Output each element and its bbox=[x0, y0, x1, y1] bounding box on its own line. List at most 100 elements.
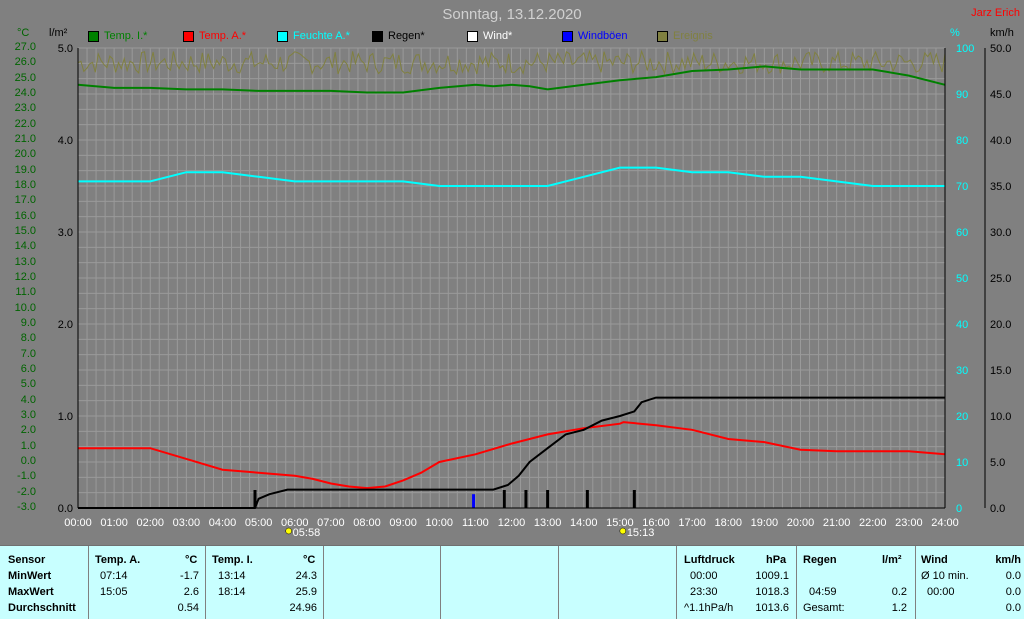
temp-unit-label: °C bbox=[17, 27, 30, 39]
x-tick-label: 02:00 bbox=[136, 517, 164, 529]
temp-i-min-value: 24.3 bbox=[295, 570, 317, 582]
temp-a-unit: °C bbox=[185, 554, 198, 566]
humidity-tick-label: 60 bbox=[956, 227, 968, 239]
legend-swatch bbox=[657, 30, 668, 42]
humidity-tick-label: 90 bbox=[956, 89, 968, 101]
x-axis-ticks: 00:00 01:00 02:00 03:00 04:00 05:00 06:00 07:00… bbox=[64, 517, 959, 529]
legend-swatch bbox=[183, 30, 194, 42]
legend-swatch bbox=[562, 30, 573, 42]
separator bbox=[205, 546, 206, 619]
rain-tick-label: 3.0 bbox=[58, 227, 73, 239]
temp-tick-label: 3.0 bbox=[20, 409, 36, 421]
legend-swatch bbox=[88, 30, 99, 42]
humidity-tick-label: 20 bbox=[956, 411, 968, 423]
x-tick-label: 01:00 bbox=[100, 517, 128, 529]
rain-tick-label: 1.0 bbox=[58, 411, 73, 423]
rain-unit: l/m² bbox=[882, 554, 902, 566]
temp-a-avg-value: 0.54 bbox=[177, 602, 199, 614]
humidity-tick-label: 80 bbox=[956, 135, 968, 147]
temp-tick-label: 7.0 bbox=[20, 347, 36, 360]
legend-label: Temp. A.* bbox=[199, 30, 247, 42]
rain-unit-label: l/m² bbox=[49, 27, 68, 39]
temp-tick-label: 5.0 bbox=[20, 378, 36, 391]
legend-item: Feuchte A.* bbox=[277, 30, 350, 42]
temp-tick-label: 2.0 bbox=[20, 424, 36, 437]
temp-i-avg-value: 24.96 bbox=[289, 602, 317, 614]
wind-max-value: 0.0 bbox=[1005, 586, 1021, 598]
temp-tick-label: -1.0 bbox=[17, 470, 36, 483]
rain-total-value: 1.2 bbox=[891, 602, 907, 614]
legend-label: Regen* bbox=[388, 30, 425, 42]
legend-swatch bbox=[467, 30, 478, 42]
wind-tick-label: 10.0 bbox=[990, 411, 1011, 423]
temp-a-header: Temp. A. bbox=[95, 554, 141, 566]
x-tick-label: 09:00 bbox=[389, 517, 417, 529]
pressure-max-value: 1018.3 bbox=[755, 586, 789, 598]
temp-tick-label: 20.0 bbox=[14, 148, 36, 161]
wind-unit-label: km/h bbox=[990, 27, 1014, 39]
legend-label: Temp. I.* bbox=[104, 30, 148, 42]
x-tick-label: 19:00 bbox=[751, 517, 779, 529]
x-tick-label: 07:00 bbox=[317, 517, 345, 529]
temp-tick-label: 26.0 bbox=[14, 56, 36, 69]
wind-tick-label: 45.0 bbox=[990, 89, 1011, 101]
temp-tick-label: 0.0 bbox=[20, 455, 36, 467]
rain-tick-label: 4.0 bbox=[58, 135, 73, 147]
temp-tick-label: 25.0 bbox=[14, 71, 36, 84]
temp-i-max-value: 25.9 bbox=[295, 586, 317, 598]
temp-a-min-value: -1.7 bbox=[180, 570, 199, 582]
legend-item: Temp. A.* bbox=[183, 30, 246, 42]
temp-tick-label: 19.0 bbox=[14, 163, 36, 176]
legend-swatch bbox=[277, 30, 288, 42]
x-tick-label: 20:00 bbox=[787, 517, 815, 529]
separator bbox=[915, 546, 916, 619]
rain-tick-label: 0.0 bbox=[58, 503, 73, 515]
wind-tick-label: 35.0 bbox=[990, 181, 1011, 193]
x-tick-label: 24:00 bbox=[931, 517, 959, 529]
x-tick-label: 10:00 bbox=[425, 517, 453, 529]
temp-tick-label: 4.0 bbox=[20, 393, 36, 406]
stats-panel: Sensor MinWert MaxWert Durchschnitt Temp… bbox=[0, 545, 1024, 619]
legend-item: Regen* bbox=[372, 30, 425, 42]
x-tick-label: 18:00 bbox=[714, 517, 742, 529]
temp-tick-label: -3.0 bbox=[17, 501, 36, 513]
separator bbox=[440, 546, 441, 619]
sun-icon bbox=[619, 527, 627, 535]
temp-tick-label: 23.0 bbox=[14, 102, 36, 115]
pressure-header: Luftdruck bbox=[684, 554, 735, 566]
separator bbox=[558, 546, 559, 619]
rain-max-time: 04:59 bbox=[809, 586, 837, 598]
legend-label: Ereignis bbox=[673, 30, 713, 42]
x-tick-label: 05:00 bbox=[245, 517, 273, 529]
temp-tick-label: 14.0 bbox=[14, 240, 36, 253]
x-tick-label: 17:00 bbox=[678, 517, 706, 529]
x-tick-label: 22:00 bbox=[859, 517, 887, 529]
row-label-avg: Durchschnitt bbox=[8, 602, 76, 614]
temp-tick-label: 11.0 bbox=[15, 286, 36, 299]
humidity-tick-label: 40 bbox=[956, 319, 968, 331]
wind-unit: km/h bbox=[995, 554, 1021, 566]
wind-avg10-label: Ø 10 min. bbox=[921, 570, 969, 582]
rain-tick-label: 5.0 bbox=[58, 43, 73, 55]
wind-tick-label: 25.0 bbox=[990, 273, 1011, 285]
legend-item: Ereignis bbox=[657, 30, 713, 42]
legend-swatch bbox=[372, 30, 383, 42]
separator bbox=[88, 546, 89, 619]
separator bbox=[323, 546, 324, 619]
pressure-max-time: 23:30 bbox=[690, 586, 718, 598]
temp-tick-label: 13.0 bbox=[14, 255, 36, 268]
pressure-avg-value: 1013.6 bbox=[755, 602, 789, 614]
pressure-trend: ^1.1hPa/h bbox=[684, 602, 734, 614]
sun-event-label: 15:13 bbox=[627, 527, 655, 539]
row-label-min: MinWert bbox=[8, 570, 52, 582]
temp-i-header: Temp. I. bbox=[212, 554, 253, 566]
temp-tick-label: -2.0 bbox=[17, 485, 36, 498]
wind-tick-label: 5.0 bbox=[990, 457, 1005, 469]
temp-tick-label: 16.0 bbox=[14, 209, 36, 222]
x-tick-label: 11:00 bbox=[462, 517, 489, 529]
x-tick-label: 23:00 bbox=[895, 517, 923, 529]
wind-header: Wind bbox=[921, 554, 948, 566]
x-tick-label: 04:00 bbox=[209, 517, 237, 529]
temp-a-max-value: 2.6 bbox=[183, 586, 199, 598]
separator bbox=[676, 546, 677, 619]
